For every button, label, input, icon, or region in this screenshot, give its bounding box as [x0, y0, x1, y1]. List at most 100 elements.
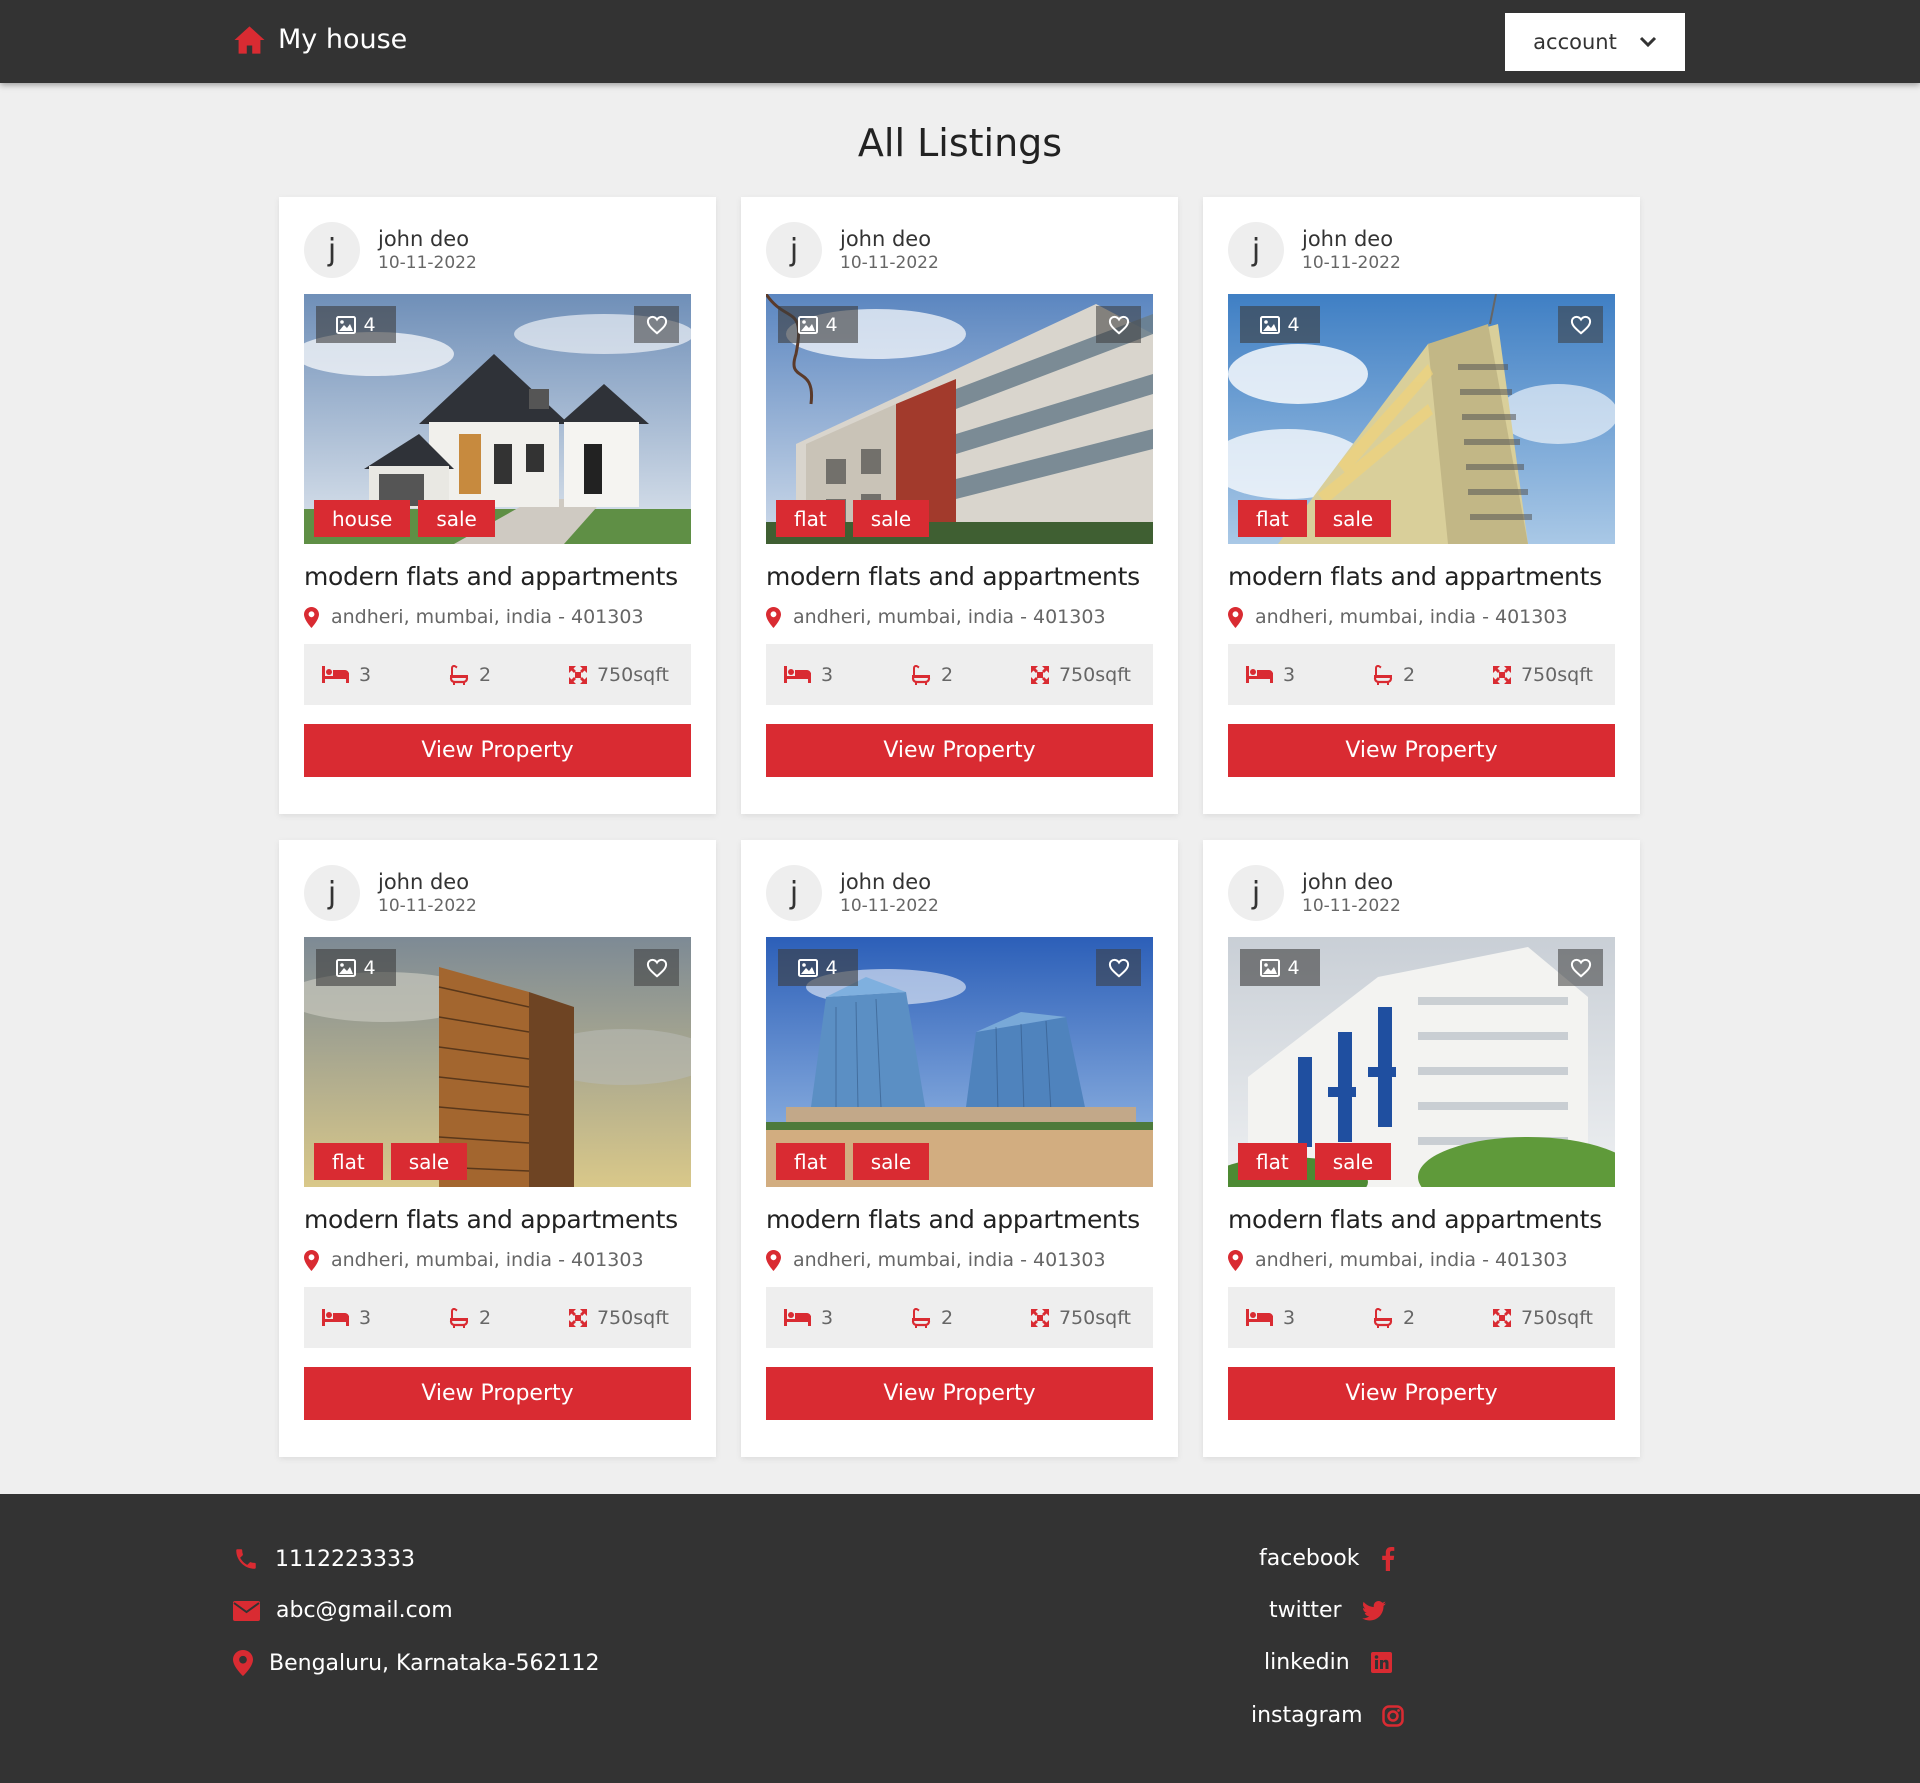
photo-count-badge[interactable]: 4 — [1240, 306, 1320, 343]
address-text: andheri, mumbai, india - 401303 — [793, 1249, 1106, 1271]
photo-count: 4 — [825, 313, 838, 336]
listing-image[interactable]: 4 flat sale — [304, 937, 691, 1187]
listing-stats: 3 2 750sqft — [1228, 644, 1615, 705]
bed-icon — [1246, 666, 1273, 683]
photo-count-badge[interactable]: 4 — [316, 306, 396, 343]
bed-icon — [1246, 1309, 1273, 1326]
area-stat: 750sqft — [1030, 1307, 1131, 1329]
footer-twitter-link[interactable]: twitter — [1269, 1598, 1386, 1623]
favorite-button[interactable] — [1096, 306, 1141, 343]
post-date: 10-11-2022 — [378, 253, 477, 273]
area-stat: 750sqft — [1492, 663, 1593, 686]
listing-author: j john deo 10-11-2022 — [766, 222, 1153, 278]
footer-instagram-link[interactable]: instagram — [1251, 1703, 1404, 1728]
map-pin-icon — [1228, 606, 1243, 628]
photo-count-badge[interactable]: 4 — [778, 949, 858, 986]
photo-count-badge[interactable]: 4 — [1240, 949, 1320, 986]
listing-author: j john deo 10-11-2022 — [1228, 222, 1615, 278]
tag-badge: sale — [852, 1143, 930, 1180]
beds-stat: 3 — [1246, 664, 1295, 686]
linkedin-icon — [1370, 1652, 1392, 1673]
twitter-icon — [1361, 1600, 1386, 1620]
listing-title: modern flats and appartments — [1228, 562, 1602, 591]
address-text: andheri, mumbai, india - 401303 — [331, 606, 644, 628]
listing-stats: 3 2 750sqft — [304, 644, 691, 705]
bath-icon — [449, 1307, 469, 1328]
address-text: andheri, mumbai, india - 401303 — [331, 1249, 644, 1271]
facebook-label: facebook — [1259, 1546, 1360, 1571]
beds-stat: 3 — [1246, 1307, 1295, 1329]
listing-card: j john deo 10-11-2022 4 flat sale modern… — [1203, 197, 1640, 814]
area-value: 750sqft — [596, 1306, 669, 1329]
image-icon — [798, 958, 819, 977]
address-text: andheri, mumbai, india - 401303 — [1255, 1249, 1568, 1271]
favorite-button[interactable] — [1558, 306, 1603, 343]
image-icon — [1260, 958, 1281, 977]
area-stat: 750sqft — [568, 1306, 669, 1329]
address-text: andheri, mumbai, india - 401303 — [793, 606, 1106, 628]
tag-badge: flat — [314, 1143, 383, 1180]
footer: 1112223333 abc@gmail.com Bengaluru, Karn… — [0, 1494, 1920, 1783]
favorite-button[interactable] — [1096, 949, 1141, 986]
author-name: john deo — [1302, 227, 1394, 251]
image-icon — [798, 315, 819, 334]
baths-count: 2 — [478, 1306, 492, 1329]
map-pin-icon — [766, 1249, 781, 1271]
baths-stat: 2 — [911, 1307, 953, 1329]
listing-image[interactable]: 4 flat sale — [766, 294, 1153, 544]
account-dropdown-button[interactable]: account — [1505, 13, 1685, 71]
view-property-button[interactable]: View Property — [304, 724, 691, 777]
page-title: All Listings — [857, 121, 1063, 165]
listing-address: andheri, mumbai, india - 401303 — [304, 606, 691, 628]
beds-stat: 3 — [322, 1307, 371, 1329]
view-property-button[interactable]: View Property — [766, 724, 1153, 777]
listing-card: j john deo 10-11-2022 4 flat sale modern… — [741, 840, 1178, 1457]
view-property-button[interactable]: View Property — [766, 1367, 1153, 1420]
beds-stat: 3 — [322, 664, 371, 686]
footer-facebook-link[interactable]: facebook — [1259, 1546, 1395, 1571]
bed-icon — [322, 1309, 349, 1326]
listing-title: modern flats and appartments — [766, 1205, 1140, 1234]
listing-image[interactable]: 4 flat sale — [1228, 294, 1615, 544]
expand-icon — [1030, 665, 1049, 684]
map-pin-icon — [233, 1650, 253, 1676]
map-pin-icon — [766, 606, 781, 628]
favorite-button[interactable] — [1558, 949, 1603, 986]
tag-badge: sale — [1314, 1143, 1392, 1180]
listing-image[interactable]: 4 house sale — [304, 294, 691, 544]
view-property-button[interactable]: View Property — [304, 1367, 691, 1420]
bath-icon — [911, 664, 931, 685]
chevron-down-icon — [1639, 36, 1656, 48]
listing-author: j john deo 10-11-2022 — [1228, 865, 1615, 921]
tag-badge: sale — [1314, 500, 1392, 537]
footer-linkedin-link[interactable]: linkedin — [1264, 1650, 1392, 1675]
listing-tags: flat sale — [314, 1143, 468, 1180]
image-icon — [1260, 315, 1281, 334]
view-property-button[interactable]: View Property — [1228, 1367, 1615, 1420]
beds-count: 3 — [821, 1306, 834, 1329]
tag-badge: flat — [776, 500, 845, 537]
listing-image[interactable]: 4 flat sale — [1228, 937, 1615, 1187]
listing-tags: flat sale — [776, 1143, 930, 1180]
favorite-button[interactable] — [634, 949, 679, 986]
instagram-icon — [1381, 1704, 1404, 1727]
top-navbar: My house account — [0, 0, 1920, 83]
area-value: 750sqft — [1520, 663, 1593, 686]
area-stat: 750sqft — [1492, 1307, 1593, 1329]
brand-logo[interactable]: My house — [233, 24, 407, 55]
photo-count-badge[interactable]: 4 — [778, 306, 858, 343]
footer-location-text: Bengaluru, Karnataka-562112 — [269, 1650, 600, 1676]
listings-grid: j john deo 10-11-2022 4 house sale moder… — [279, 197, 1641, 1457]
baths-count: 2 — [478, 663, 492, 686]
beds-count: 3 — [359, 1306, 372, 1329]
baths-stat: 2 — [1373, 1307, 1415, 1329]
listing-image[interactable]: 4 flat sale — [766, 937, 1153, 1187]
avatar: j — [1228, 222, 1284, 278]
photo-count-badge[interactable]: 4 — [316, 949, 396, 986]
instagram-label: instagram — [1251, 1703, 1363, 1728]
favorite-button[interactable] — [634, 306, 679, 343]
tag-badge: sale — [418, 500, 495, 537]
footer-phone-text: 1112223333 — [275, 1546, 415, 1572]
view-property-button[interactable]: View Property — [1228, 724, 1615, 777]
baths-count: 2 — [1402, 663, 1416, 686]
